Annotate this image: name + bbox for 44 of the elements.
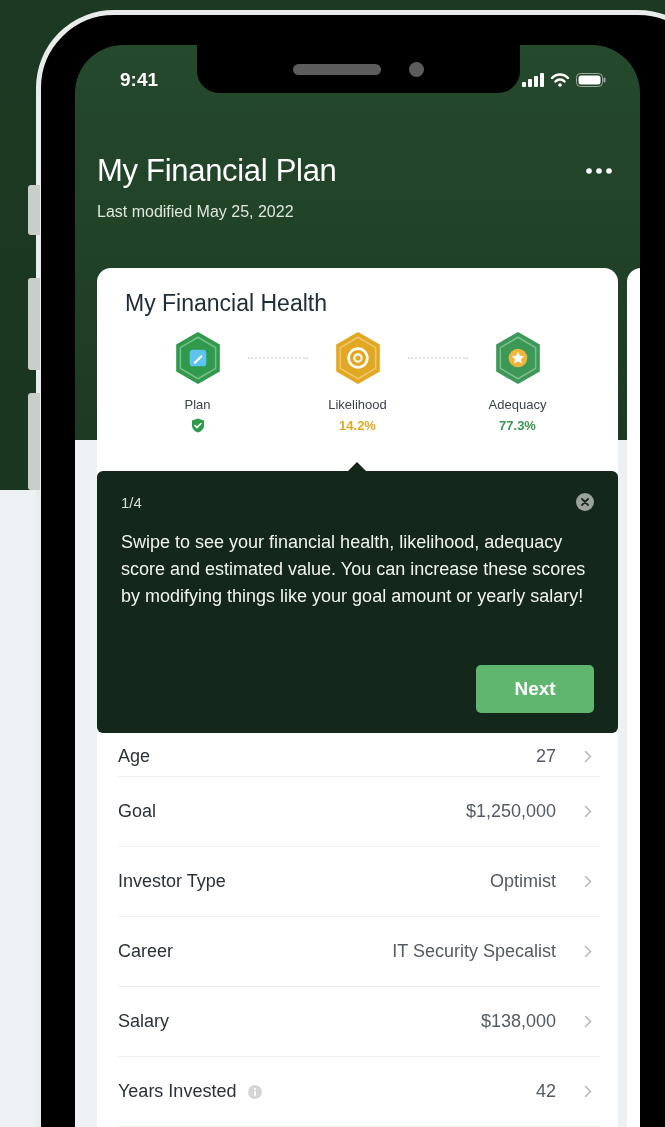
metric-label: Plan [184,397,211,412]
row-label: Goal [118,801,157,822]
row-value: $1,250,000 [465,801,556,822]
metric-value: 14.2% [339,418,376,433]
list-row[interactable]: Salary $138,000 [118,987,600,1057]
close-button[interactable] [576,493,594,511]
close-icon [581,498,589,506]
battery-icon [576,73,606,87]
row-value: IT Security Specalist [392,941,556,962]
row-label: Salary [118,1011,170,1032]
list-row[interactable]: Goal $1,250,000 [118,777,600,847]
list-row[interactable]: Career IT Security Specalist [118,917,600,987]
row-label: Investor Type [118,871,226,892]
tooltip-text: Swipe to see your financial health, likelihood, adequacy score and estimated value. You can increase these scores by modifying things like your goal amount or yearly salary! [121,531,587,608]
chevron-icon [584,805,592,818]
chevron-icon [584,1015,592,1028]
wifi-icon [550,73,570,87]
last-modified-text: Last modified May 25, 2022 [97,203,295,221]
signal-icon [522,73,544,87]
row-value: 42 [535,1081,556,1102]
list-row[interactable]: Years Invested 42 [118,1057,600,1127]
metric-value: 77.3% [499,418,536,433]
dotted-connector [407,357,468,359]
row-value: $138,000 [480,1011,556,1032]
list-row[interactable]: Age 27 [118,736,600,777]
page-title: My Financial Plan [97,153,337,189]
chevron-icon [584,749,592,763]
chevron-icon [584,875,592,888]
metric-label: Adequacy [488,397,547,412]
camera-dot [409,61,424,77]
metric-label: Likelihood [328,397,387,412]
row-label: Age [118,745,151,767]
row-value: 27 [535,745,556,767]
row-value: Optimist [490,871,556,892]
list-row[interactable]: Investor Type Optimist [118,847,600,917]
status-time: 9:41 [120,69,159,91]
step-counter: 1/4 [121,493,142,511]
chevron-icon [584,945,592,958]
card-title: My Financial Health [124,289,328,317]
row-label: Years Invested [118,1081,237,1102]
more-icon[interactable] [586,168,612,174]
dotted-connector [247,357,308,359]
chevron-icon [584,1085,592,1098]
row-label: Career [118,941,174,962]
